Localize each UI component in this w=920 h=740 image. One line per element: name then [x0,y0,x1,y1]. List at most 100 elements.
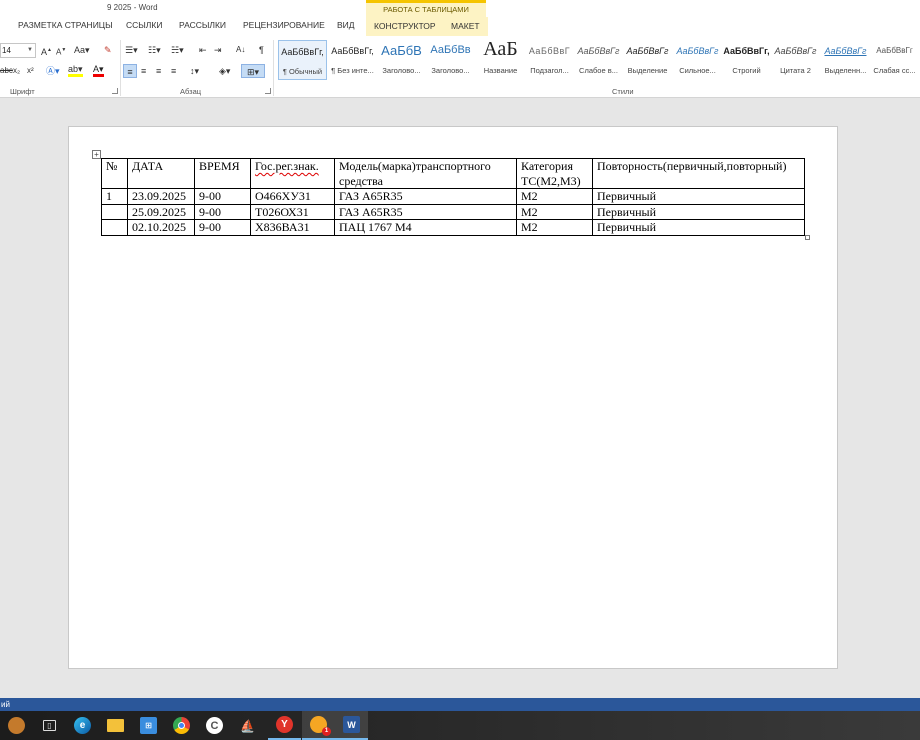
style-normal[interactable]: АаБбВвГг, ¶ Обычный [278,40,327,80]
table-cell[interactable]: 9-00 [194,203,251,220]
tab-mailings[interactable]: РАССЫЛКИ [179,20,226,30]
show-marks-icon[interactable]: ¶ [259,43,264,57]
tray-squirrel-icon[interactable] [0,711,33,740]
table-cell[interactable]: Первичный [592,219,805,236]
change-case-icon[interactable]: Aa▾ [74,43,90,57]
table-header-row: № ДАТА ВРЕМЯ Гос.рег.знак. Модель(марка)… [101,158,805,189]
justify-icon[interactable]: ≡ [171,64,176,78]
table-tools-header: РАБОТА С ТАБЛИЦАМИ [366,0,486,17]
store-icon[interactable]: ⊞ [132,711,165,740]
data-table[interactable]: № ДАТА ВРЕМЯ Гос.рег.знак. Модель(марка)… [101,158,805,236]
tab-references[interactable]: ССЫЛКИ [126,20,162,30]
chrome-icon[interactable] [165,711,198,740]
style-heading-1[interactable]: АаБбВ Заголово... [377,40,426,80]
numbering-icon[interactable]: ☷▾ [148,43,161,57]
table-cell[interactable]: 02.10.2025 [127,219,195,236]
file-explorer-icon[interactable] [99,711,132,740]
table-cell[interactable]: М2 [516,188,593,205]
table-cell[interactable] [101,203,128,220]
document-area[interactable]: + № ДАТА ВРЕМЯ Гос.рег.знак. Модель(марк… [0,98,920,698]
multilevel-list-icon[interactable]: ☵▾ [171,43,184,57]
header-cell-time[interactable]: ВРЕМЯ [194,158,251,189]
table-cell[interactable]: ГАЗ А65R35 [334,203,517,220]
clear-format-icon[interactable]: ✎ [104,43,112,57]
document-page[interactable]: + № ДАТА ВРЕМЯ Гос.рег.знак. Модель(марк… [68,126,838,669]
style-heading-2[interactable]: АаБбВв Заголово... [426,40,475,80]
style-subtitle[interactable]: АаБбВвГ Подзагол... [525,40,574,80]
grow-font-icon[interactable]: A▲ [41,43,52,57]
increase-indent-icon[interactable]: ⇥ [214,43,222,57]
group-divider [120,40,121,96]
style-subtle-emphasis[interactable]: АаБбВвГг Слабое в... [574,40,623,80]
style-no-spacing[interactable]: АаБбВвГг, ¶ Без инте... [328,40,377,80]
tab-view[interactable]: ВИД [337,20,355,30]
window-title: 9 2025 - Word [107,3,158,12]
word-icon[interactable]: W [335,711,368,740]
status-language[interactable]: ий [1,700,10,709]
ribbon-tabs: РАЗМЕТКА СТРАНИЦЫ ССЫЛКИ РАССЫЛКИ РЕЦЕНЗ… [0,17,920,36]
decrease-indent-icon[interactable]: ⇤ [199,43,207,57]
align-right-icon[interactable]: ≡ [156,64,161,78]
header-cell-model[interactable]: Модель(марка)транспортного средства [334,158,517,189]
table-move-handle-icon[interactable]: + [92,150,101,159]
style-quote-2[interactable]: АаБбВвГг Цитата 2 [771,40,820,80]
shading-icon[interactable]: ◈▾ [219,64,230,78]
style-title[interactable]: АаБ Название [476,38,525,80]
line-spacing-icon[interactable]: ↕▾ [190,64,199,78]
table-cell[interactable]: Первичный [592,188,805,205]
font-color-icon[interactable]: A▾ [93,64,104,77]
highlight-icon[interactable]: ab▾ [68,64,83,77]
header-cell-category[interactable]: Категория ТС(М2,М3) [516,158,593,189]
table-cell[interactable]: 9-00 [194,219,251,236]
table-cell[interactable]: 1 [101,188,128,205]
header-cell-date[interactable]: ДАТА [127,158,195,189]
style-emphasis[interactable]: АаБбВвГг Выделение [623,40,672,80]
tab-layout[interactable]: МАКЕТ [443,17,488,36]
align-left-icon[interactable]: ≡ [123,64,137,78]
yandex-browser-icon[interactable]: Y [268,711,301,740]
style-subtle-reference[interactable]: АаБбВвГг Слабая сс... [870,40,919,80]
table-resize-handle-icon[interactable] [805,235,810,240]
style-intense-quote[interactable]: АаБбВвГг Выделенн... [821,40,870,80]
table-cell[interactable]: М2 [516,219,593,236]
edge-icon[interactable]: e [66,711,99,740]
style-strong[interactable]: АаБбВвГг, Строгий [722,40,771,80]
table-cell[interactable]: 9-00 [194,188,251,205]
table-cell[interactable]: 23.09.2025 [127,188,195,205]
table-cell[interactable]: О466ХУ31 [250,188,335,205]
table-cell[interactable]: 25.09.2025 [127,203,195,220]
tab-page-layout[interactable]: РАЗМЕТКА СТРАНИЦЫ [18,20,113,30]
tab-design[interactable]: КОНСТРУКТОР [366,17,444,36]
align-center-icon[interactable]: ≡ [141,64,146,78]
superscript-icon[interactable]: x² [27,64,34,78]
header-cell-number[interactable]: № [101,158,128,189]
dock-icon[interactable]: ⛵ [231,711,264,740]
tab-review[interactable]: РЕЦЕНЗИРОВАНИЕ [243,20,325,30]
subscript-icon[interactable]: x₂ [13,64,20,78]
header-cell-repeat[interactable]: Повторность(первичный,повторный) [592,158,805,189]
table-cell[interactable]: Т026ОХ31 [250,203,335,220]
shrink-font-icon[interactable]: A▼ [56,43,66,57]
notification-app-icon[interactable]: 1 [302,711,335,740]
ribbon: 14 ▼ A▲ A▼ Aa▾ ✎ abc x₂ x² Ⓐ▾ ab▾ A▾ Шри… [0,36,920,98]
chevron-down-icon: ▼ [27,47,33,53]
style-intense-emphasis[interactable]: АаБбВвГг Сильное... [673,40,722,80]
paragraph-dialog-launcher-icon[interactable] [265,88,271,94]
group-label-styles: Стили [612,87,634,96]
text-effects-icon[interactable]: Ⓐ▾ [46,64,60,78]
table-cell[interactable]: Х836ВА31 [250,219,335,236]
table-cell[interactable]: ПАЦ 1767 М4 [334,219,517,236]
table-cell[interactable] [101,219,128,236]
yandex-c-icon[interactable]: С [198,711,231,740]
font-size-combo[interactable]: 14 ▼ [0,43,36,58]
strikethrough-icon[interactable]: abc [0,64,13,78]
font-dialog-launcher-icon[interactable] [112,88,118,94]
header-cell-reg-plate[interactable]: Гос.рег.знак. [250,158,335,189]
task-view-icon[interactable]: ▯ [33,711,66,740]
table-cell[interactable]: Первичный [592,203,805,220]
table-cell[interactable]: М2 [516,203,593,220]
borders-icon[interactable]: ⊞▾ [241,64,265,78]
bullets-icon[interactable]: ☰▾ [125,43,138,57]
sort-icon[interactable]: A↓ [236,43,245,57]
table-cell[interactable]: ГАЗ А65R35 [334,188,517,205]
